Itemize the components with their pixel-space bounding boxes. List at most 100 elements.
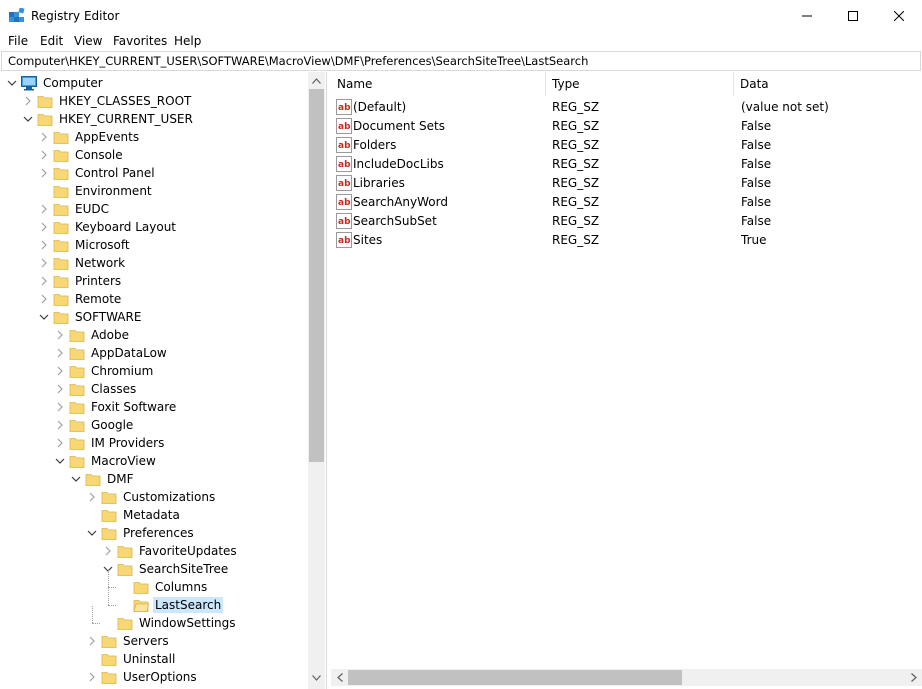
tree-node-label[interactable]: Computer <box>41 75 105 91</box>
tree-node-label[interactable]: HKEY_CURRENT_USER <box>57 111 195 127</box>
chevron-right-icon[interactable] <box>54 329 66 341</box>
tree-node[interactable]: Printers <box>0 272 308 290</box>
tree-node[interactable]: Control Panel <box>0 164 308 182</box>
address-path[interactable]: Computer\HKEY_CURRENT_USER\SOFTWARE\Macr… <box>8 54 588 69</box>
tree-node-label[interactable]: Printers <box>73 273 123 289</box>
tree-node[interactable]: FavoriteUpdates <box>0 542 308 560</box>
address-bar[interactable]: Computer\HKEY_CURRENT_USER\SOFTWARE\Macr… <box>1 51 921 71</box>
tree-node-label[interactable]: Servers <box>121 633 171 649</box>
value-row[interactable]: ab SearchSubSet REG_SZ False <box>331 212 922 231</box>
chevron-right-icon[interactable] <box>86 635 98 647</box>
tree-node-label[interactable]: AppDataLow <box>89 345 169 361</box>
tree-node-label[interactable]: Classes <box>89 381 138 397</box>
chevron-down-icon[interactable] <box>6 77 18 89</box>
tree-node[interactable]: EUDC <box>0 200 308 218</box>
menu-view[interactable]: View <box>74 34 102 49</box>
tree-node-label[interactable]: Google <box>89 417 135 433</box>
tree-node[interactable]: Google <box>0 416 308 434</box>
chevron-right-icon[interactable] <box>38 257 50 269</box>
chevron-right-icon[interactable] <box>86 491 98 503</box>
tree-node-label[interactable]: Remote <box>73 291 123 307</box>
chevron-right-icon[interactable] <box>22 95 34 107</box>
tree-node[interactable]: Foxit Software <box>0 398 308 416</box>
tree-node-label[interactable]: HKEY_CLASSES_ROOT <box>57 93 193 109</box>
tree-node-label[interactable]: IM Providers <box>89 435 166 451</box>
chevron-right-icon[interactable] <box>102 545 114 557</box>
chevron-right-icon[interactable] <box>38 131 50 143</box>
tree-node-label[interactable]: DMF <box>105 471 136 487</box>
tree-node-label[interactable]: FavoriteUpdates <box>137 543 239 559</box>
tree-node-label[interactable]: MacroView <box>89 453 158 469</box>
column-header-data[interactable]: Data <box>734 72 922 96</box>
tree-node[interactable]: Remote <box>0 290 308 308</box>
list-scroll-thumb[interactable] <box>348 670 682 685</box>
tree-node-label[interactable]: Preferences <box>121 525 196 541</box>
list-horizontal-scrollbar[interactable] <box>331 669 922 686</box>
chevron-right-icon[interactable] <box>38 203 50 215</box>
tree-node-label[interactable]: Metadata <box>121 507 182 523</box>
tree-node[interactable]: AppDataLow <box>0 344 308 362</box>
tree-node[interactable]: Environment <box>0 182 308 200</box>
tree-node[interactable]: UserOptions <box>0 668 308 686</box>
key-tree[interactable]: Computer HKEY_CLASSES_ROOT HKEY_CURRENT_US… <box>0 72 327 689</box>
tree-node[interactable]: Computer <box>0 74 308 92</box>
menu-help[interactable]: Help <box>174 34 201 49</box>
value-row[interactable]: ab Folders REG_SZ False <box>331 136 922 155</box>
tree-node[interactable]: HKEY_CURRENT_USER <box>0 110 308 128</box>
values-list[interactable]: Name Type Data ab (Default) REG_SZ (value n… <box>331 72 922 689</box>
chevron-down-icon[interactable] <box>70 473 82 485</box>
tree-node-label[interactable]: Microsoft <box>73 237 132 253</box>
chevron-right-icon[interactable] <box>38 167 50 179</box>
tree-node[interactable]: Network <box>0 254 308 272</box>
value-row[interactable]: ab SearchAnyWord REG_SZ False <box>331 193 922 212</box>
chevron-right-icon[interactable] <box>86 671 98 683</box>
tree-node-label[interactable]: SearchSiteTree <box>137 561 230 577</box>
chevron-right-icon[interactable] <box>54 347 66 359</box>
tree-node-label[interactable]: Columns <box>153 579 209 595</box>
tree-node-label[interactable]: UserOptions <box>121 669 199 685</box>
tree-node[interactable]: AppEvents <box>0 128 308 146</box>
tree-node[interactable]: HKEY_CLASSES_ROOT <box>0 92 308 110</box>
value-row[interactable]: ab Libraries REG_SZ False <box>331 174 922 193</box>
tree-node[interactable]: Customizations <box>0 488 308 506</box>
chevron-down-icon[interactable] <box>22 113 34 125</box>
chevron-right-icon[interactable] <box>38 293 50 305</box>
chevron-right-icon[interactable] <box>54 419 66 431</box>
tree-node-label[interactable]: AppEvents <box>73 129 141 145</box>
chevron-right-icon[interactable] <box>38 221 50 233</box>
menu-favorites[interactable]: Favorites <box>113 34 167 49</box>
tree-scroll-thumb[interactable] <box>309 89 324 462</box>
tree-node[interactable]: Keyboard Layout <box>0 218 308 236</box>
tree-node[interactable]: WindowSettings <box>0 614 308 632</box>
tree-node-label[interactable]: Uninstall <box>121 651 177 667</box>
minimize-button[interactable] <box>784 0 830 32</box>
chevron-right-icon[interactable] <box>38 239 50 251</box>
tree-node[interactable]: Columns <box>0 578 308 596</box>
scroll-right-button[interactable] <box>905 669 922 686</box>
tree-node-label[interactable]: LastSearch <box>153 597 224 613</box>
tree-node-label[interactable]: SOFTWARE <box>73 309 143 325</box>
chevron-right-icon[interactable] <box>38 149 50 161</box>
tree-node[interactable]: Uninstall <box>0 650 308 668</box>
tree-node[interactable]: LastSearch <box>0 596 308 614</box>
value-row[interactable]: ab (Default) REG_SZ (value not set) <box>331 98 922 117</box>
scroll-left-button[interactable] <box>331 669 348 686</box>
tree-node[interactable]: Adobe <box>0 326 308 344</box>
chevron-right-icon[interactable] <box>54 401 66 413</box>
chevron-down-icon[interactable] <box>86 527 98 539</box>
chevron-right-icon[interactable] <box>54 365 66 377</box>
tree-node[interactable]: MacroView <box>0 452 308 470</box>
chevron-right-icon[interactable] <box>38 275 50 287</box>
tree-node[interactable]: SearchSiteTree <box>0 560 308 578</box>
tree-node-label[interactable]: Keyboard Layout <box>73 219 178 235</box>
tree-node-label[interactable]: Network <box>73 255 127 271</box>
tree-node[interactable]: IM Providers <box>0 434 308 452</box>
tree-node-label[interactable]: Foxit Software <box>89 399 178 415</box>
scroll-down-button[interactable] <box>308 669 325 686</box>
tree-node-label[interactable]: Control Panel <box>73 165 157 181</box>
maximize-button[interactable] <box>830 0 876 32</box>
value-row[interactable]: ab Sites REG_SZ True <box>331 231 922 250</box>
title-bar[interactable]: Registry Editor <box>0 0 922 32</box>
value-row[interactable]: ab Document Sets REG_SZ False <box>331 117 922 136</box>
tree-node-label[interactable]: Customizations <box>121 489 217 505</box>
